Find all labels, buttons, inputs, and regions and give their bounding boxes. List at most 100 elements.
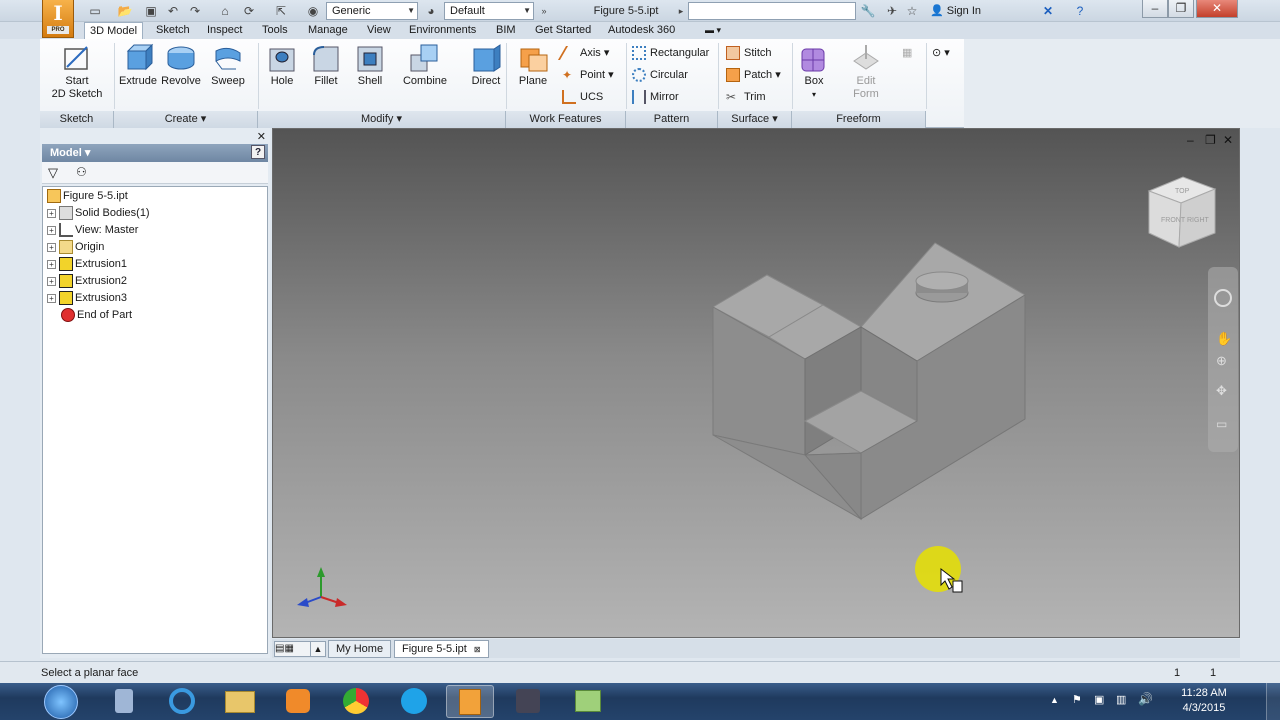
panel-title-pattern[interactable]: Pattern <box>626 111 718 128</box>
browser-help-icon[interactable]: ? <box>251 145 265 159</box>
taskbar-inventor-icon[interactable] <box>446 685 494 718</box>
tile-windows-icon[interactable]: ▤▦ <box>274 641 314 657</box>
fillet-button[interactable]: Fillet <box>306 43 346 88</box>
redo-icon[interactable]: ↷ <box>186 3 204 19</box>
taskbar-app-launcher-icon[interactable] <box>100 685 148 718</box>
look-at-icon[interactable]: ▭ <box>1216 417 1227 431</box>
edit-form-button[interactable]: Edit Form <box>846 43 886 101</box>
sweep-button[interactable]: Sweep <box>208 43 248 88</box>
help-icon[interactable]: ? <box>1072 3 1088 19</box>
tree-node-extrusion3[interactable]: + Extrusion3 <box>47 290 127 306</box>
search-tools-icon[interactable]: 🔧 <box>860 3 876 19</box>
mirror-button[interactable]: Mirror <box>632 87 679 107</box>
extrude-button[interactable]: Extrude <box>118 43 158 88</box>
device-icon[interactable]: ▣ <box>1094 693 1104 706</box>
communication-icon[interactable]: ✈ <box>884 3 900 19</box>
title-overflow-icon[interactable]: ▸ <box>676 3 686 19</box>
panel-title-modify[interactable]: Modify ▾ <box>258 111 506 128</box>
start-button[interactable] <box>44 685 78 719</box>
tab-inspect[interactable]: Inspect <box>202 22 247 39</box>
find-binoculars-icon[interactable]: ⚇ <box>76 165 87 179</box>
tab-tools[interactable]: Tools <box>257 22 293 39</box>
tab-environments[interactable]: Environments <box>404 22 481 39</box>
open-documents-menu-icon[interactable]: ▲ <box>310 641 326 657</box>
filter-icon[interactable]: ▽ <box>48 165 58 181</box>
doc-tab-figure[interactable]: Figure 5-5.ipt ⊠ <box>394 640 489 658</box>
taskbar-chrome-icon[interactable] <box>332 685 380 718</box>
taskbar-recorder-icon[interactable] <box>504 685 552 718</box>
new-icon[interactable]: ▭ <box>86 3 104 19</box>
taskbar-skype-icon[interactable] <box>390 685 438 718</box>
appearance-dropdown[interactable]: Default ▼ <box>444 2 534 20</box>
qat-overflow-icon[interactable]: » <box>538 3 550 19</box>
tab-get-started[interactable]: Get Started <box>530 22 596 39</box>
panel-title-create[interactable]: Create ▾ <box>114 111 258 128</box>
tab-sketch[interactable]: Sketch <box>151 22 195 39</box>
browser-header[interactable]: Model ▾ ? <box>42 144 268 162</box>
close-button[interactable]: ✕ <box>1196 0 1238 18</box>
action-center-flag-icon[interactable]: ⚑ <box>1072 693 1082 706</box>
network-icon[interactable]: ▥ <box>1116 693 1126 706</box>
tab-view[interactable]: View <box>362 22 396 39</box>
hole-button[interactable]: Hole <box>262 43 302 88</box>
tab-bim[interactable]: BIM <box>491 22 521 39</box>
expand-icon[interactable]: + <box>47 225 56 235</box>
tab-3d-model[interactable]: 3D Model <box>84 22 144 39</box>
panel-title-sketch[interactable]: Sketch <box>40 111 114 128</box>
tree-node-view[interactable]: + View: Master <box>47 222 138 238</box>
zoom-icon[interactable]: ⊕ <box>1216 353 1227 369</box>
tree-node-extrusion1[interactable]: + Extrusion1 <box>47 256 127 272</box>
pan-hand-icon[interactable]: ✋ <box>1216 331 1232 347</box>
freeform-extra-icon[interactable]: ▦ <box>902 43 912 63</box>
shell-button[interactable]: Shell <box>350 43 390 88</box>
system-clock[interactable]: 11:28 AM 4/3/2015 <box>1174 686 1234 716</box>
taskbar-file-explorer-icon[interactable] <box>216 685 264 718</box>
steering-wheel-icon[interactable] <box>1214 289 1232 307</box>
expand-icon[interactable]: + <box>47 242 56 252</box>
tree-node-extrusion2[interactable]: + Extrusion2 <box>47 273 127 289</box>
update-icon[interactable]: ⟳ <box>240 3 258 19</box>
panel-title-work-features[interactable]: Work Features <box>506 111 626 128</box>
tree-node-origin[interactable]: + Origin <box>47 239 104 255</box>
taskbar-media-player-icon[interactable] <box>274 685 322 718</box>
box-button[interactable]: Box ▾ <box>796 43 832 101</box>
point-button[interactable]: ✦ Point ▾ <box>562 65 614 85</box>
graphics-viewport[interactable]: – ❐ ✕ FRONT RIGHT TOP ✋ ⊕ ✥ ▭ <box>272 128 1240 638</box>
select-icon[interactable]: ⇱ <box>272 3 290 19</box>
direct-button[interactable]: Direct <box>466 43 506 88</box>
part-model[interactable] <box>711 242 1026 521</box>
expand-icon[interactable]: + <box>47 259 56 269</box>
revolve-button[interactable]: Revolve <box>160 43 202 88</box>
undo-icon[interactable]: ↶ <box>164 3 182 19</box>
circular-pattern-button[interactable]: Circular <box>632 65 688 85</box>
tab-autodesk-360[interactable]: Autodesk 360 <box>603 22 680 39</box>
search-input[interactable] <box>688 2 856 20</box>
combine-button[interactable]: Combine <box>396 43 454 88</box>
sign-in-link[interactable]: 👤 Sign In <box>930 3 981 19</box>
trim-button[interactable]: ✂ Trim <box>726 87 766 107</box>
patch-button[interactable]: Patch ▾ <box>726 65 781 85</box>
material-dropdown[interactable]: Generic ▼ <box>326 2 418 20</box>
doc-tab-my-home[interactable]: My Home <box>328 640 392 658</box>
tree-node-part[interactable]: Figure 5-5.ipt <box>47 188 128 204</box>
expand-icon[interactable]: + <box>47 276 56 286</box>
taskbar-internet-explorer-icon[interactable] <box>158 685 206 718</box>
save-icon[interactable]: ▣ <box>142 3 160 19</box>
application-menu-button[interactable]: I PRO <box>42 0 74 38</box>
browser-close-icon[interactable]: ✕ <box>257 130 266 143</box>
favorites-star-icon[interactable]: ☆ <box>904 3 920 19</box>
panel-title-surface[interactable]: Surface ▾ <box>718 111 792 128</box>
panel-title-freeform[interactable]: Freeform <box>792 111 926 128</box>
close-tab-icon[interactable]: ⊠ <box>474 645 481 654</box>
expand-icon[interactable]: + <box>47 208 56 218</box>
home-icon[interactable]: ⌂ <box>216 3 234 19</box>
tree-node-end-of-part[interactable]: End of Part <box>61 307 132 323</box>
axis-button[interactable]: Axis ▾ <box>557 43 609 63</box>
rectangular-pattern-button[interactable]: Rectangular <box>632 43 709 63</box>
viewcube[interactable]: FRONT RIGHT TOP <box>1147 176 1217 248</box>
show-desktop-button[interactable] <box>1266 683 1280 720</box>
plane-button[interactable]: Plane <box>512 43 554 88</box>
ucs-button[interactable]: UCS <box>562 87 603 107</box>
open-icon[interactable]: 📂 <box>116 3 134 19</box>
show-hidden-icons-icon[interactable]: ▲ <box>1050 695 1059 705</box>
